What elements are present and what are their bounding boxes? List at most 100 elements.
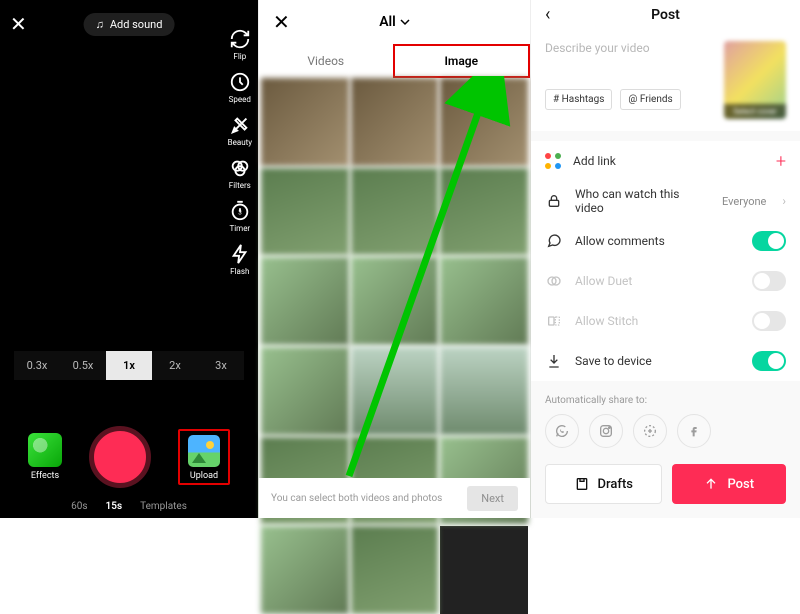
post-button[interactable]: Post [672, 464, 787, 504]
add-share-icon[interactable] [633, 414, 667, 448]
chevron-down-icon [400, 17, 410, 27]
upload-icon [188, 435, 220, 467]
media-type-tabs: Videos Image [259, 44, 530, 78]
flip-label: Flip [233, 52, 246, 61]
flip-tool[interactable]: Flip [229, 28, 251, 61]
beauty-tool[interactable]: Beauty [228, 114, 252, 147]
next-button[interactable]: Next [467, 486, 518, 511]
allow-duet-label: Allow Duet [575, 274, 740, 288]
comments-toggle[interactable] [752, 231, 786, 251]
record-button[interactable] [89, 426, 151, 488]
media-thumb[interactable] [261, 78, 349, 166]
media-thumb[interactable] [261, 168, 349, 256]
speed-0.3x[interactable]: 0.3x [14, 351, 60, 380]
camera-screen: ✕ ♫ Add sound Flip Speed Beauty Filters … [0, 0, 258, 518]
save-toggle[interactable] [752, 351, 786, 371]
flip-icon [229, 28, 251, 50]
share-label: Automatically share to: [545, 395, 647, 406]
duet-toggle [752, 271, 786, 291]
mode-15s[interactable]: 15s [106, 501, 123, 512]
media-thumb[interactable] [351, 168, 439, 256]
cover-selector[interactable]: Select cover [724, 41, 786, 119]
post-label: Post [727, 477, 754, 492]
media-thumb[interactable] [440, 168, 528, 256]
speed-2x[interactable]: 2x [152, 351, 198, 380]
upload-button[interactable]: Upload [188, 435, 220, 481]
auto-share-zone: Automatically share to: [531, 381, 800, 454]
flash-tool[interactable]: Flash [229, 243, 251, 276]
post-action-row: Drafts Post [531, 454, 800, 518]
privacy-label: Who can watch this video [575, 187, 710, 215]
description-zone: Describe your video # Hashtags @ Friends… [531, 29, 800, 131]
stitch-toggle [752, 311, 786, 331]
camera-header: ✕ ♫ Add sound [0, 0, 258, 48]
media-thumb[interactable] [440, 347, 528, 435]
camera-tool-rail: Flip Speed Beauty Filters 3 Timer Flash [228, 28, 252, 276]
camera-bottom-bar: Effects Upload [0, 426, 258, 488]
media-thumb[interactable] [261, 257, 349, 345]
media-thumb[interactable] [351, 526, 439, 614]
drafts-button[interactable]: Drafts [545, 464, 662, 504]
instagram-icon[interactable] [589, 414, 623, 448]
media-grid [259, 78, 530, 614]
flash-label: Flash [230, 267, 249, 276]
whatsapp-icon[interactable] [545, 414, 579, 448]
allow-comments-row[interactable]: Allow comments [531, 221, 800, 261]
effects-button[interactable]: Effects [28, 433, 62, 481]
add-link-row[interactable]: Add link + [531, 141, 800, 181]
add-sound-button[interactable]: ♫ Add sound [84, 13, 175, 36]
speed-1x[interactable]: 1x [106, 351, 152, 380]
allow-stitch-row: Allow Stitch [531, 301, 800, 341]
page-title: Post [651, 7, 680, 23]
comment-icon [545, 232, 563, 250]
gallery-footer: You can select both videos and photos Ne… [259, 478, 530, 518]
media-thumb[interactable] [351, 257, 439, 345]
speed-selector: 0.3x 0.5x 1x 2x 3x [0, 351, 258, 380]
media-thumb[interactable] [351, 347, 439, 435]
post-settings: Add link + Who can watch this video Ever… [531, 141, 800, 381]
effects-icon [28, 433, 62, 467]
speed-0.5x[interactable]: 0.5x [60, 351, 106, 380]
mode-60s[interactable]: 60s [71, 501, 87, 512]
privacy-row[interactable]: Who can watch this video Everyone › [531, 181, 800, 221]
media-thumb[interactable] [351, 78, 439, 166]
save-device-label: Save to device [575, 354, 740, 368]
add-sound-label: Add sound [110, 18, 163, 31]
recording-modes: 60s 15s Templates [0, 501, 258, 512]
media-thumb[interactable] [440, 526, 528, 614]
media-thumb[interactable] [261, 526, 349, 614]
gallery-header: ✕ All [259, 0, 530, 44]
filters-tool[interactable]: Filters [229, 157, 251, 190]
flash-icon [229, 243, 251, 265]
album-selector[interactable]: All [379, 14, 410, 30]
media-thumb[interactable] [440, 257, 528, 345]
speed-3x[interactable]: 3x [198, 351, 244, 380]
lock-icon [545, 192, 563, 210]
effects-label: Effects [31, 471, 59, 481]
hashtags-chip[interactable]: # Hashtags [545, 89, 612, 110]
filters-label: Filters [229, 181, 251, 190]
beauty-icon [229, 114, 251, 136]
friends-chip[interactable]: @ Friends [620, 89, 680, 110]
beauty-label: Beauty [228, 138, 252, 147]
media-thumb[interactable] [440, 78, 528, 166]
music-note-icon: ♫ [96, 18, 104, 31]
close-icon[interactable]: ✕ [10, 12, 27, 36]
svg-text:3: 3 [238, 209, 242, 217]
add-link-label: Add link [573, 154, 764, 168]
back-icon[interactable]: ‹ [545, 4, 550, 25]
description-input[interactable]: Describe your video [545, 41, 716, 55]
speed-tool[interactable]: Speed [229, 71, 251, 104]
facebook-icon[interactable] [677, 414, 711, 448]
tab-image[interactable]: Image [393, 44, 531, 78]
save-device-row[interactable]: Save to device [531, 341, 800, 381]
tab-videos[interactable]: Videos [259, 44, 393, 78]
mode-templates[interactable]: Templates [140, 501, 187, 512]
media-thumb[interactable] [261, 347, 349, 435]
close-icon[interactable]: ✕ [273, 10, 290, 34]
timer-tool[interactable]: 3 Timer [229, 200, 251, 233]
post-header: ‹ Post [531, 0, 800, 29]
timer-label: Timer [229, 224, 250, 233]
privacy-value: Everyone [722, 195, 766, 208]
plus-icon: + [776, 151, 786, 172]
